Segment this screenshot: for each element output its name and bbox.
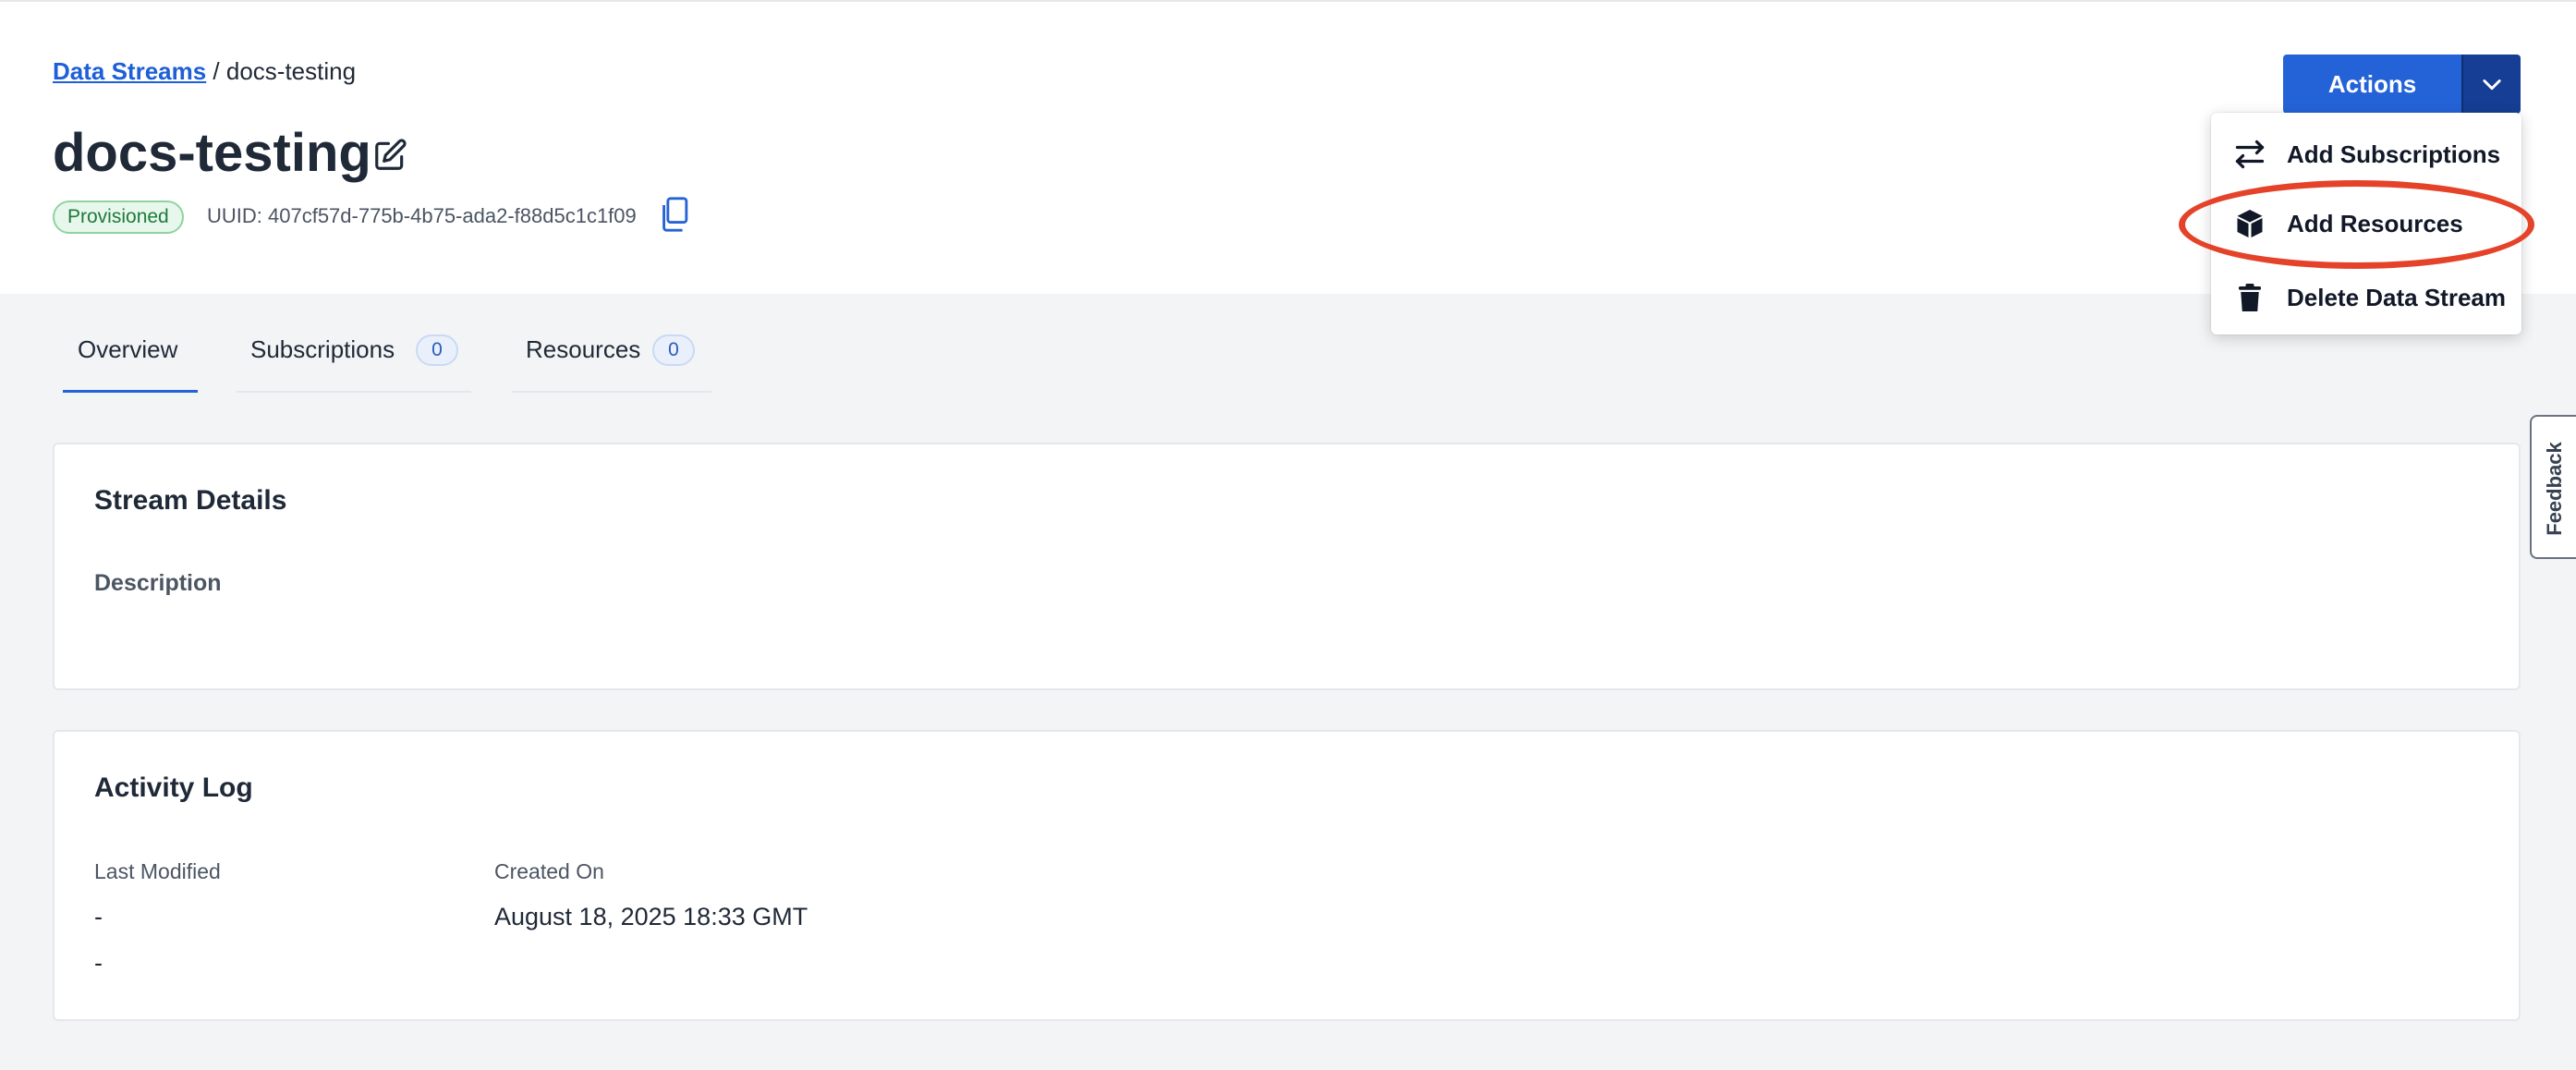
active-tab-indicator xyxy=(63,390,198,393)
tab-overview[interactable]: Overview xyxy=(63,319,198,393)
breadcrumb-separator: / xyxy=(206,57,226,85)
chevron-down-icon xyxy=(2483,79,2501,91)
last-modified-label: Last Modified xyxy=(94,859,221,883)
actions-button[interactable]: Actions xyxy=(2283,55,2461,114)
created-on-label: Created On xyxy=(494,859,604,883)
created-on-value: August 18, 2025 18:33 GMT xyxy=(494,903,808,930)
page-header: Data Streams / docs-testing docs-testing… xyxy=(0,0,2576,294)
menu-item-label: Add Subscriptions xyxy=(2287,140,2501,168)
trash-icon xyxy=(2239,284,2261,311)
stream-details-card: Stream Details Description xyxy=(53,443,2521,690)
tab-label: Overview xyxy=(78,335,178,363)
tab-label: Subscriptions xyxy=(250,335,395,363)
page-title: docs-testing xyxy=(53,123,371,183)
uuid-text: UUID: 407cf57d-775b-4b75-ada2-f88d5c1c1f… xyxy=(207,204,637,227)
description-label: Description xyxy=(94,570,222,596)
actions-split-button: Actions xyxy=(2283,55,2521,114)
tab-subscriptions[interactable]: Subscriptions 0 xyxy=(237,319,471,393)
tab-resources[interactable]: Resources 0 xyxy=(512,319,711,393)
breadcrumb: Data Streams / docs-testing xyxy=(53,57,356,86)
tab-count-badge: 0 xyxy=(416,334,458,366)
status-badge: Provisioned xyxy=(53,201,184,234)
arrows-exchange-icon xyxy=(2235,140,2265,169)
tab-label: Resources xyxy=(526,335,641,363)
activity-log-card: Activity Log Last Modified Created On - … xyxy=(53,730,2521,1021)
menu-item-delete-data-stream[interactable]: Delete Data Stream xyxy=(2211,265,2521,330)
menu-item-add-subscriptions[interactable]: Add Subscriptions xyxy=(2211,122,2521,187)
last-modified-value: - xyxy=(94,903,103,930)
copy-icon[interactable] xyxy=(658,196,691,233)
menu-item-label: Add Resources xyxy=(2287,209,2463,237)
page: Data Streams / docs-testing docs-testing… xyxy=(0,0,2576,1070)
feedback-tab[interactable]: Feedback xyxy=(2530,415,2576,559)
card-title: Activity Log xyxy=(94,772,253,803)
tab-divider xyxy=(512,391,711,393)
breadcrumb-current: docs-testing xyxy=(225,57,357,85)
cube-icon xyxy=(2237,210,2263,237)
edit-icon[interactable] xyxy=(372,138,407,173)
feedback-label: Feedback xyxy=(2543,442,2566,536)
actions-menu: Add Subscriptions Add Resources Delete D… xyxy=(2211,113,2521,334)
breadcrumb-link-data-streams[interactable]: Data Streams xyxy=(53,57,206,85)
tab-count-badge: 0 xyxy=(652,334,695,366)
menu-item-add-resources[interactable]: Add Resources xyxy=(2211,191,2521,256)
last-modified-by-value: - xyxy=(94,949,103,977)
actions-dropdown-toggle[interactable] xyxy=(2461,55,2521,114)
tab-divider xyxy=(237,391,471,393)
card-title: Stream Details xyxy=(94,485,287,516)
menu-item-label: Delete Data Stream xyxy=(2287,283,2506,311)
